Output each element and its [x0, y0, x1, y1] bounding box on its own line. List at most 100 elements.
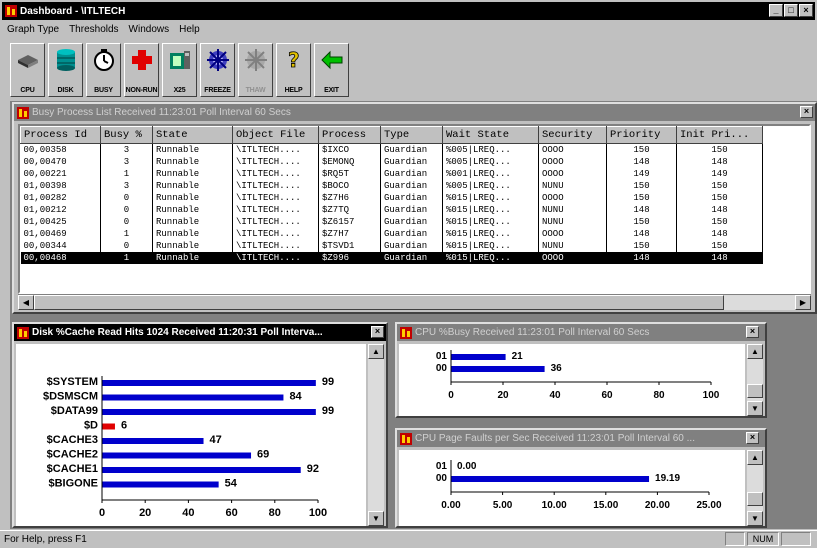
horizontal-scrollbar[interactable]: ◀ ▶ [18, 294, 811, 310]
close-button[interactable]: × [799, 4, 813, 17]
disk-button[interactable]: DISK [48, 43, 83, 97]
table-row[interactable]: 00,00470 3 Runnable \ITLTECH.... $EMONQ Guard… [20, 155, 763, 168]
scroll-down-icon[interactable]: ▼ [747, 401, 763, 416]
bar [102, 467, 301, 473]
cpu-button[interactable]: CPU [10, 43, 45, 97]
scroll-down-icon[interactable]: ▼ [368, 511, 384, 526]
menu-help[interactable]: Help [174, 24, 205, 35]
scroll-up-icon[interactable]: ▲ [747, 344, 763, 359]
bar [102, 438, 204, 444]
cpu-icon [16, 47, 40, 73]
scroll-right-icon[interactable]: ▶ [795, 295, 811, 310]
close-icon[interactable]: × [800, 106, 813, 118]
table-cell: Runnable [152, 167, 233, 180]
table-row[interactable]: 00,00221 1 Runnable \ITLTECH.... $RQ5T Guardi… [20, 167, 763, 180]
x-tick-label: 5.00 [493, 500, 513, 511]
bar-value-label: 92 [307, 463, 319, 475]
close-icon[interactable]: × [746, 432, 759, 444]
scroll-down-icon[interactable]: ▼ [747, 511, 763, 526]
column-header[interactable]: Priority [606, 126, 677, 144]
bar-value-label: 36 [551, 363, 563, 374]
column-header[interactable]: Security [538, 126, 607, 144]
freeze-button[interactable]: FREEZE [200, 43, 235, 97]
table-row[interactable]: 01,00398 3 Runnable \ITLTECH.... $BOCO Guardi… [20, 179, 763, 192]
table-cell: Guardian [380, 167, 443, 180]
table-cell: 1 [100, 167, 153, 180]
vertical-scrollbar[interactable]: ▲ ▼ [368, 344, 384, 526]
dashboard-app: Dashboard - \ITLTECH _ □ × Graph Type Th… [0, 0, 817, 548]
bar-value-label: 99 [322, 405, 334, 417]
process-list-title: Busy Process List Received 11:23:01 Poll… [32, 107, 291, 118]
table-cell: %015|LREQ... [442, 203, 539, 216]
table-row[interactable]: 01,00469 1 Runnable \ITLTECH.... $Z7H7 Guardi… [20, 227, 763, 240]
table-cell: \ITLTECH.... [232, 203, 319, 216]
table-cell: 00,00344 [20, 239, 101, 252]
maximize-button[interactable]: □ [784, 4, 798, 17]
x25-icon [168, 47, 192, 73]
category-label: $D [84, 420, 98, 432]
non-run-button[interactable]: NON-RUN [124, 43, 159, 97]
table-cell: NUNU [538, 215, 607, 228]
window-logo-icon [17, 326, 29, 339]
table-cell: 0 [100, 191, 153, 204]
scroll-thumb[interactable] [747, 384, 763, 398]
exit-button[interactable]: EXIT [314, 43, 349, 97]
exit-icon [320, 47, 344, 73]
process-list-titlebar: Busy Process List Received 11:23:01 Poll… [14, 104, 815, 121]
close-icon[interactable]: × [371, 326, 384, 338]
bar-value-label: 69 [257, 449, 269, 461]
table-cell: %005|LREQ... [442, 179, 539, 192]
column-header[interactable]: Init Pri... [676, 126, 763, 144]
close-icon[interactable]: × [746, 326, 759, 338]
scroll-left-icon[interactable]: ◀ [18, 295, 34, 310]
table-cell: 150 [606, 179, 677, 192]
scroll-up-icon[interactable]: ▲ [368, 344, 384, 359]
column-header[interactable]: Object File [232, 126, 319, 144]
vertical-scrollbar[interactable]: ▲ ▼ [747, 450, 763, 526]
column-header[interactable]: Wait State [442, 126, 539, 144]
x-tick-label: 60 [225, 507, 237, 519]
table-row[interactable]: 00,00468 1 Runnable \ITLTECH.... $Z996 Guardi… [20, 251, 763, 264]
busy-button[interactable]: BUSY [86, 43, 121, 97]
minimize-button[interactable]: _ [769, 4, 783, 17]
column-header[interactable]: Process [318, 126, 381, 144]
help-button[interactable]: ? HELP [276, 43, 311, 97]
scroll-thumb[interactable] [747, 492, 763, 506]
table-row[interactable]: 01,00282 0 Runnable \ITLTECH.... $Z7H6 Guardi… [20, 191, 763, 204]
category-label: $CACHE1 [47, 463, 98, 475]
table-cell: 150 [606, 191, 677, 204]
vertical-scrollbar[interactable]: ▲ ▼ [747, 344, 763, 416]
table-cell: Guardian [380, 143, 443, 156]
menu-windows[interactable]: Windows [124, 24, 175, 35]
table-cell: 150 [676, 179, 763, 192]
table-cell: 1 [100, 227, 153, 240]
menu-thresholds[interactable]: Thresholds [64, 24, 123, 35]
scroll-up-icon[interactable]: ▲ [747, 450, 763, 465]
thaw-button[interactable]: THAW [238, 43, 273, 97]
bar-value-label: 47 [210, 434, 222, 446]
freeze-icon [206, 47, 230, 73]
table-row[interactable]: 00,00344 0 Runnable \ITLTECH.... $TSVD1 Guard… [20, 239, 763, 252]
category-label: 00 [436, 473, 448, 484]
column-header[interactable]: Type [380, 126, 443, 144]
table-row[interactable]: 00,00358 3 Runnable \ITLTECH.... $IXCO Guardi… [20, 143, 763, 156]
x-tick-label: 100 [309, 507, 327, 519]
table-row[interactable]: 01,00212 0 Runnable \ITLTECH.... $Z7TQ Guardi… [20, 203, 763, 216]
category-label: $DSMSCM [43, 391, 98, 403]
x25-button[interactable]: X25 [162, 43, 197, 97]
table-cell: 01,00282 [20, 191, 101, 204]
column-header[interactable]: Process Id [20, 126, 101, 144]
scroll-thumb[interactable] [34, 295, 724, 310]
table-row[interactable]: 01,00425 0 Runnable \ITLTECH.... $Z6157 Guard… [20, 215, 763, 228]
category-label: $BIGONE [48, 478, 98, 490]
app-titlebar: Dashboard - \ITLTECH _ □ × [2, 2, 815, 20]
table-cell: Runnable [152, 191, 233, 204]
status-empty-box [725, 532, 745, 546]
menu-bar: Graph Type Thresholds Windows Help [2, 21, 815, 37]
table-cell: OOOO [538, 227, 607, 240]
column-header[interactable]: Busy % [100, 126, 153, 144]
menu-graph-type[interactable]: Graph Type [2, 24, 64, 35]
column-header[interactable]: State [152, 126, 233, 144]
cpu-faults-title: CPU Page Faults per Sec Received 11:23:0… [415, 433, 695, 444]
bar-value-label: 0.00 [457, 461, 477, 472]
